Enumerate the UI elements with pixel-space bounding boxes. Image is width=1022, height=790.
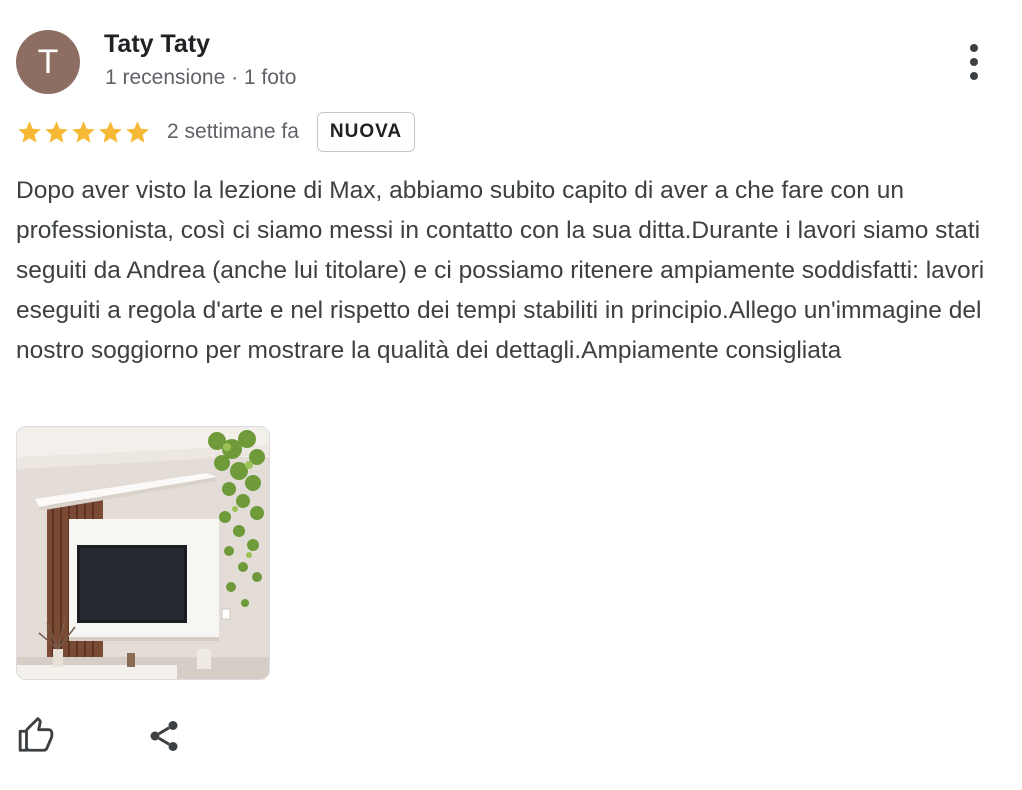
share-icon bbox=[150, 721, 178, 751]
more-vert-icon-dot bbox=[970, 72, 978, 80]
thumb-up-icon bbox=[18, 717, 54, 752]
new-badge: NUOVA bbox=[316, 112, 416, 152]
avatar-initial: T bbox=[37, 42, 59, 81]
author-meta[interactable]: 1 recensione · 1 foto bbox=[105, 66, 296, 90]
rating-row: 2 settimane fa NUOVA bbox=[16, 112, 416, 152]
share-button[interactable] bbox=[142, 714, 186, 758]
avatar[interactable]: T bbox=[16, 30, 80, 94]
living-room-photo bbox=[17, 427, 269, 679]
star-rating bbox=[16, 119, 151, 146]
star-icon bbox=[72, 120, 95, 143]
star-icon bbox=[126, 120, 149, 143]
review-date: 2 settimane fa bbox=[167, 120, 299, 143]
more-vert-icon-dot bbox=[970, 58, 978, 66]
review-card: T Taty Taty 1 recensione · 1 foto 2 sett… bbox=[0, 0, 1022, 790]
star-icon bbox=[18, 120, 41, 143]
like-button[interactable] bbox=[14, 714, 58, 758]
star-icon bbox=[45, 120, 68, 143]
star-icon bbox=[99, 120, 122, 143]
more-vert-icon bbox=[970, 44, 978, 52]
review-photo[interactable] bbox=[16, 426, 270, 680]
more-options-button[interactable] bbox=[954, 40, 994, 84]
review-text: Dopo aver visto la lezione di Max, abbia… bbox=[16, 177, 985, 364]
author-name[interactable]: Taty Taty bbox=[104, 30, 210, 59]
